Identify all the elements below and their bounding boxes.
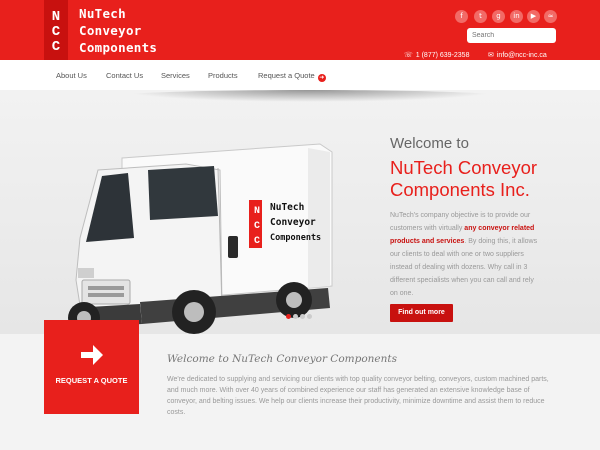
logo-wordmark[interactable]: NuTech Conveyor Components: [79, 5, 157, 56]
welcome-subtitle: Welcome to: [390, 135, 469, 152]
phone-number: 1 (877) 639-2358: [415, 52, 470, 59]
logo-line: Conveyor: [79, 23, 142, 38]
nav-request-quote-label: Request a Quote: [258, 71, 315, 80]
rss-icon[interactable]: ≈: [544, 10, 557, 23]
logo-line: NuTech: [79, 6, 126, 21]
slider-dot[interactable]: [293, 314, 298, 319]
request-quote-label: REQUEST A QUOTE: [55, 376, 128, 385]
nav-request-quote[interactable]: Request a Quote ➜: [258, 71, 326, 82]
welcome-title: NuTech Conveyor Components Inc.: [390, 157, 538, 200]
nav-about-us[interactable]: About Us: [56, 71, 87, 80]
van-logo-letter: N: [254, 206, 260, 217]
logo-mark[interactable]: N C C: [44, 0, 68, 60]
logo-line: Components: [79, 40, 158, 55]
arrow-right-icon: ➜: [317, 74, 326, 82]
intro-title: Welcome to NuTech Conveyor Components: [167, 353, 398, 365]
intro-paragraph: We're dedicated to supplying and servici…: [167, 376, 549, 416]
youtube-icon[interactable]: ▶: [527, 10, 540, 23]
linkedin-icon[interactable]: in: [510, 10, 523, 23]
facebook-icon[interactable]: f: [455, 10, 468, 23]
logo-letter: C: [51, 24, 61, 40]
nav-contact-us[interactable]: Contact Us: [106, 71, 143, 80]
slider-dot[interactable]: [286, 314, 291, 319]
logo-letter: C: [51, 39, 61, 55]
email-address: info@ncc-inc.ca: [496, 52, 547, 59]
search-input[interactable]: [467, 28, 556, 43]
request-quote-tile[interactable]: REQUEST A QUOTE: [44, 320, 139, 414]
van-logo-letter: C: [254, 236, 260, 247]
slider-shadow: [120, 90, 500, 102]
welcome-paragraph-part: . By doing this, it allows our clients t…: [390, 238, 538, 297]
logo-letter: N: [51, 9, 61, 25]
twitter-icon[interactable]: t: [474, 10, 487, 23]
slider-dot[interactable]: [307, 314, 312, 319]
arrow-right-icon: [81, 345, 103, 365]
slider-dot[interactable]: [300, 314, 305, 319]
hero-slider: N C C NuTech Conveyor Components Welcome…: [0, 90, 600, 354]
nav-products[interactable]: Products: [208, 71, 238, 80]
van-logo-letter: C: [254, 221, 260, 232]
van-logo-text: Components: [270, 233, 321, 243]
nav-services[interactable]: Services: [161, 71, 190, 80]
van-logo-text: NuTech: [270, 202, 304, 213]
welcome-paragraph: NuTech's company objective is to provide…: [390, 209, 540, 300]
van-logo-text: Conveyor: [270, 217, 316, 228]
google-plus-icon[interactable]: g: [492, 10, 505, 23]
main-nav: About Us Contact Us Services Products Re…: [0, 60, 600, 90]
find-out-more-button[interactable]: Find out more: [390, 304, 453, 322]
